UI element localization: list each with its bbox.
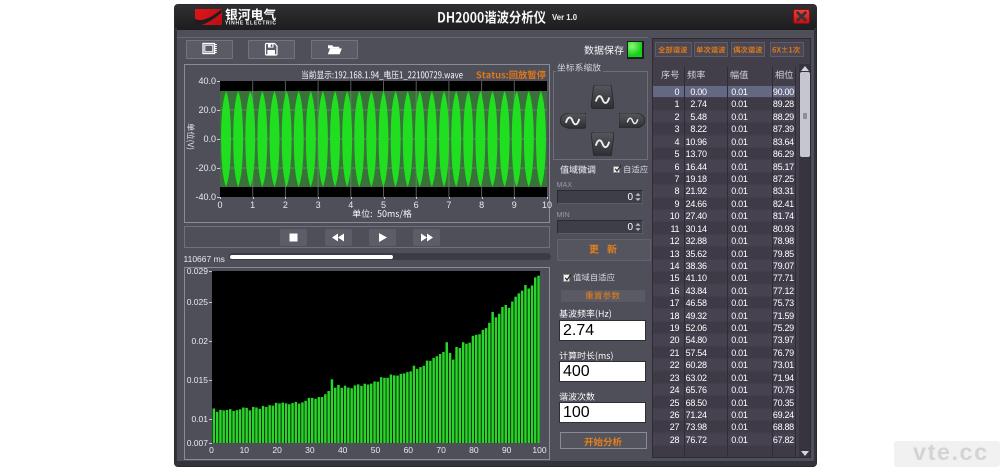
svg-text:Ver 1.0: Ver 1.0: [552, 13, 578, 22]
svg-text:YINHE ELECTRIC: YINHE ELECTRIC: [225, 21, 277, 26]
